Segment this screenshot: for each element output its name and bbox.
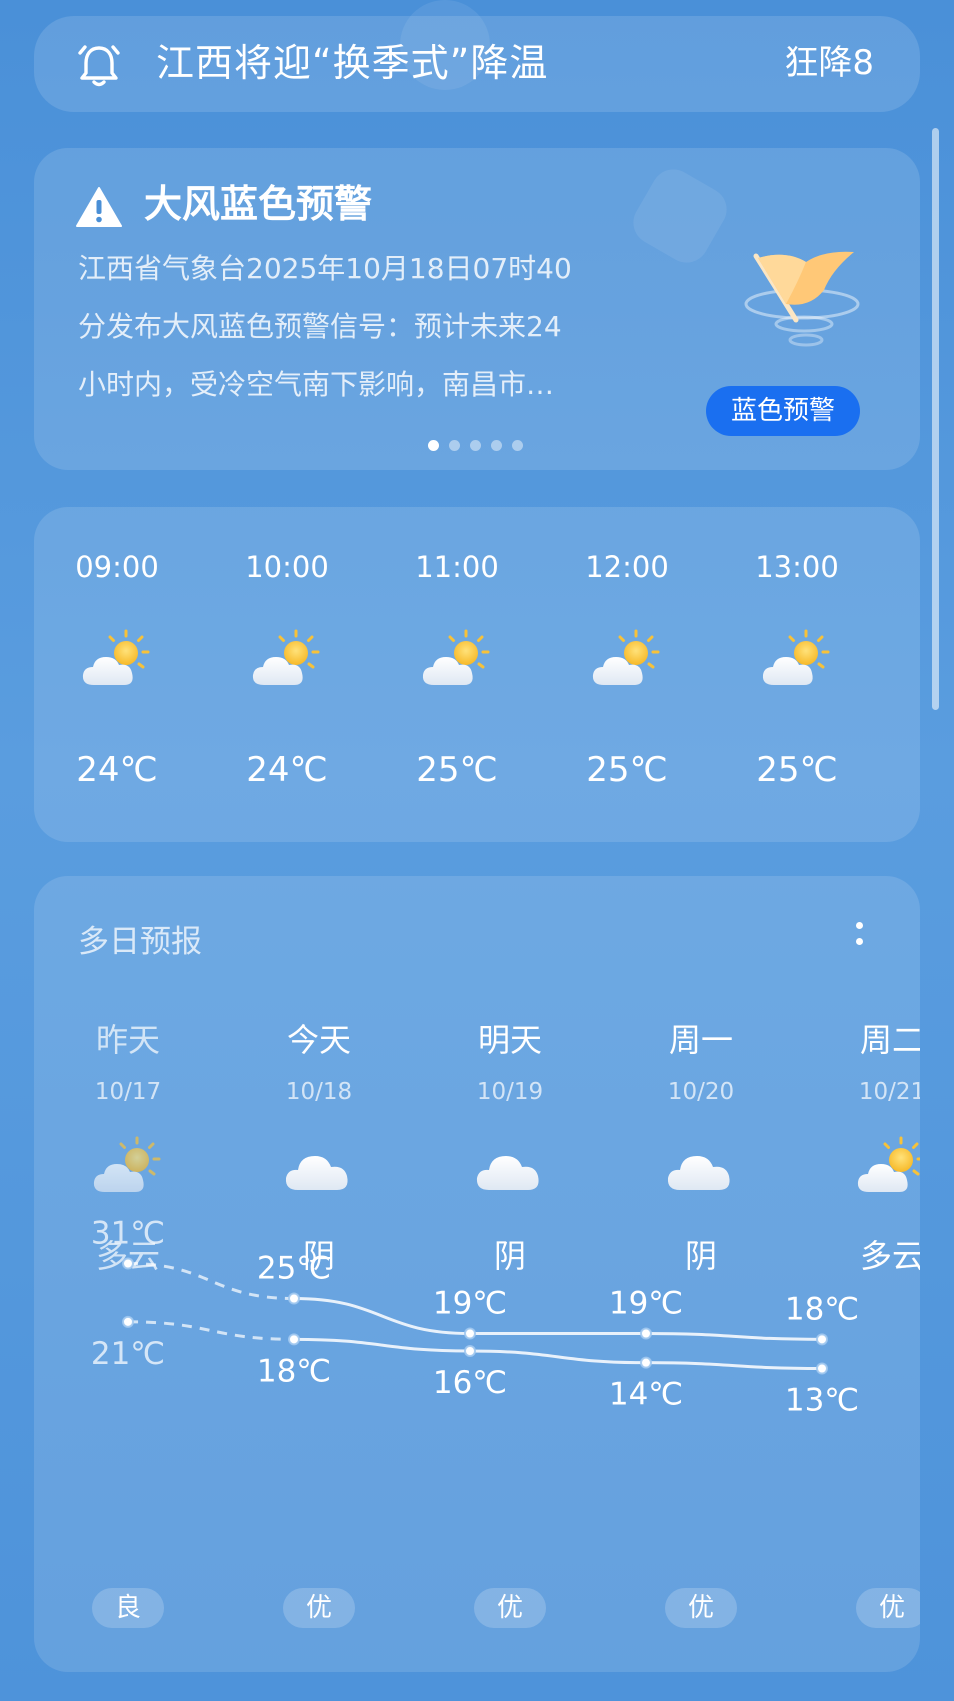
high-temp-label: 19℃: [609, 1286, 683, 1322]
alert-level-button[interactable]: 蓝色预警: [706, 386, 860, 436]
temp-line-segment: [645, 1332, 823, 1341]
high-temp-label: 18℃: [785, 1291, 859, 1327]
partly-cloudy-icon: [760, 627, 834, 691]
low-temp-label: 14℃: [609, 1377, 683, 1413]
low-temp-label: 18℃: [257, 1353, 331, 1389]
partly-cloudy-icon: [590, 627, 664, 691]
hour-time: 09:00: [75, 550, 159, 584]
carousel-dot[interactable]: [428, 440, 439, 451]
news-right-text: 狂降8: [784, 43, 874, 83]
high-temp-label: 25℃: [257, 1251, 331, 1287]
hour-time: 13:00: [755, 550, 839, 584]
partly-cloudy-icon: [250, 627, 324, 691]
scrollbar[interactable]: [932, 128, 939, 710]
partly-cloudy-icon: [80, 627, 154, 691]
high-temp-point: [464, 1327, 476, 1340]
alert-title: 大风蓝色预警: [144, 182, 373, 226]
weather-alert-card[interactable]: 大风蓝色预警 江西省气象台2025年10月18日07时40 分发布大风蓝色预警信…: [34, 148, 920, 470]
high-temp-point: [816, 1333, 828, 1346]
high-temp-point: [122, 1257, 134, 1270]
alert-body-line: 小时内，受冷空气南下影响，南昌市…: [78, 368, 555, 401]
temp-line-segment: [645, 1361, 823, 1370]
low-temp-point: [122, 1315, 134, 1328]
carousel-dot[interactable]: [491, 440, 502, 451]
temp-line-segment: [469, 1349, 647, 1365]
hour-temp: 24℃: [76, 750, 158, 790]
low-temp-label: 16℃: [433, 1365, 507, 1401]
carousel-dot[interactable]: [449, 440, 460, 451]
alert-body: 江西省气象台2025年10月18日07时40 分发布大风蓝色预警信号：预计未来2…: [78, 240, 698, 414]
hour-time: 12:00: [585, 550, 669, 584]
low-temp-point: [288, 1333, 300, 1346]
multi-day-forecast-card[interactable]: 多日预报 昨天 10/17 多云 良 今天 10/18 阴 优 明天 10/19…: [34, 876, 920, 1672]
carousel-indicator: [428, 440, 523, 451]
carousel-dot[interactable]: [470, 440, 481, 451]
news-title: 江西将迎“换季式”降温: [156, 41, 549, 85]
low-temp-point: [816, 1362, 828, 1375]
hour-temp: 25℃: [756, 750, 838, 790]
hourly-forecast-card[interactable]: 09:00 24℃ 10:00 24℃ 11:00 25℃ 12:00 25℃ …: [34, 507, 920, 842]
warning-triangle-icon: [76, 187, 122, 227]
partly-cloudy-icon: [420, 627, 494, 691]
high-temp-point: [288, 1292, 300, 1305]
alert-body-line: 分发布大风蓝色预警信号：预计未来24: [78, 310, 562, 343]
high-temp-label: 31℃: [91, 1216, 165, 1252]
hour-time: 11:00: [415, 550, 499, 584]
news-banner[interactable]: 江西将迎“换季式”降温 狂降8: [34, 16, 920, 112]
bell-icon: [78, 45, 120, 87]
high-temp-point: [640, 1327, 652, 1340]
alert-body-line: 江西省气象台2025年10月18日07时40: [78, 252, 572, 285]
hour-temp: 24℃: [246, 750, 328, 790]
low-temp-point: [464, 1345, 476, 1357]
carousel-dot[interactable]: [512, 440, 523, 451]
low-temp-point: [640, 1356, 652, 1369]
hour-time: 10:00: [245, 550, 329, 584]
high-temp-label: 19℃: [433, 1286, 507, 1322]
temperature-trend-chart: 31℃ 25℃ 19℃ 19℃ 18℃ 21℃ 18℃ 16℃ 14℃ 13℃: [91, 1216, 859, 1419]
hour-temp: 25℃: [586, 750, 668, 790]
low-temp-label: 21℃: [91, 1336, 165, 1372]
wind-flag-icon: [744, 251, 860, 347]
low-temp-label: 13℃: [785, 1383, 859, 1419]
temp-line-segment: [293, 1337, 471, 1353]
hour-temp: 25℃: [416, 750, 498, 790]
